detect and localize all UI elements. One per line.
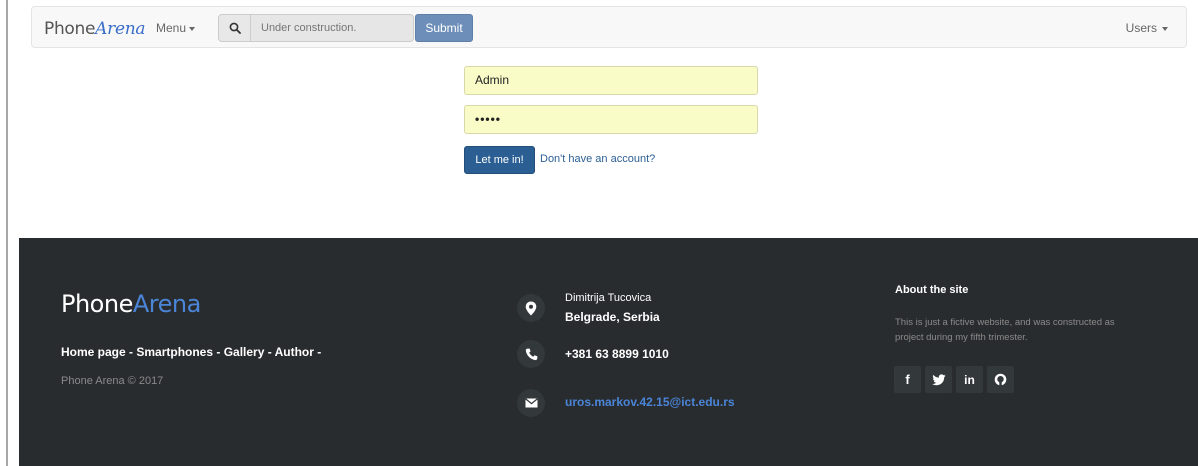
brand-arena-text: Arena — [95, 19, 146, 39]
search-icon — [229, 22, 241, 34]
location-icon — [517, 294, 545, 322]
register-link[interactable]: Don't have an account? — [540, 153, 655, 165]
facebook-icon[interactable]: f — [894, 366, 921, 393]
footer-logo-arena: Arena — [132, 290, 201, 318]
about-title: About the site — [895, 284, 969, 296]
twitter-icon[interactable] — [925, 366, 952, 393]
footer-logo-phone: Phone — [61, 290, 133, 318]
search-button[interactable] — [218, 14, 251, 42]
username-field[interactable]: Admin — [464, 66, 758, 95]
menu-dropdown[interactable]: Menu — [156, 21, 196, 35]
chevron-down-icon — [189, 26, 196, 31]
address-street: Dimitrija Tucovica — [565, 292, 652, 304]
site-footer: PhoneArena Home page - Smartphones - Gal… — [19, 238, 1198, 466]
search-input[interactable] — [251, 14, 414, 42]
about-text: This is just a fictive website, and was … — [895, 317, 1115, 343]
social-links: f in — [894, 366, 1014, 393]
users-dropdown[interactable]: Users — [1126, 21, 1168, 35]
password-field[interactable]: ••••• — [464, 105, 758, 134]
phone-icon — [517, 340, 545, 368]
top-navbar: PhoneArena Menu Submit Users — [31, 6, 1187, 48]
submit-button[interactable]: Submit — [415, 14, 473, 42]
phone-number: +381 63 8899 1010 — [565, 347, 669, 361]
brand-phone-text: Phone — [44, 19, 96, 39]
search-group — [218, 14, 414, 42]
email-link[interactable]: uros.markov.42.15@ict.edu.rs — [565, 395, 735, 409]
footer-logo[interactable]: PhoneArena — [61, 290, 201, 318]
login-button[interactable]: Let me in! — [464, 146, 535, 174]
linkedin-icon[interactable]: in — [956, 366, 983, 393]
envelope-icon — [517, 389, 545, 417]
chevron-down-icon — [1162, 26, 1168, 31]
footer-nav-links[interactable]: Home page - Smartphones - Gallery - Auth… — [61, 345, 321, 359]
page-left-border — [6, 0, 8, 466]
github-icon[interactable] — [987, 366, 1014, 393]
users-label: Users — [1125, 21, 1157, 35]
address-city: Belgrade, Serbia — [565, 310, 660, 324]
menu-label: Menu — [156, 21, 187, 35]
brand-logo[interactable]: PhoneArena — [44, 19, 146, 39]
footer-copyright: Phone Arena © 2017 — [61, 375, 164, 387]
